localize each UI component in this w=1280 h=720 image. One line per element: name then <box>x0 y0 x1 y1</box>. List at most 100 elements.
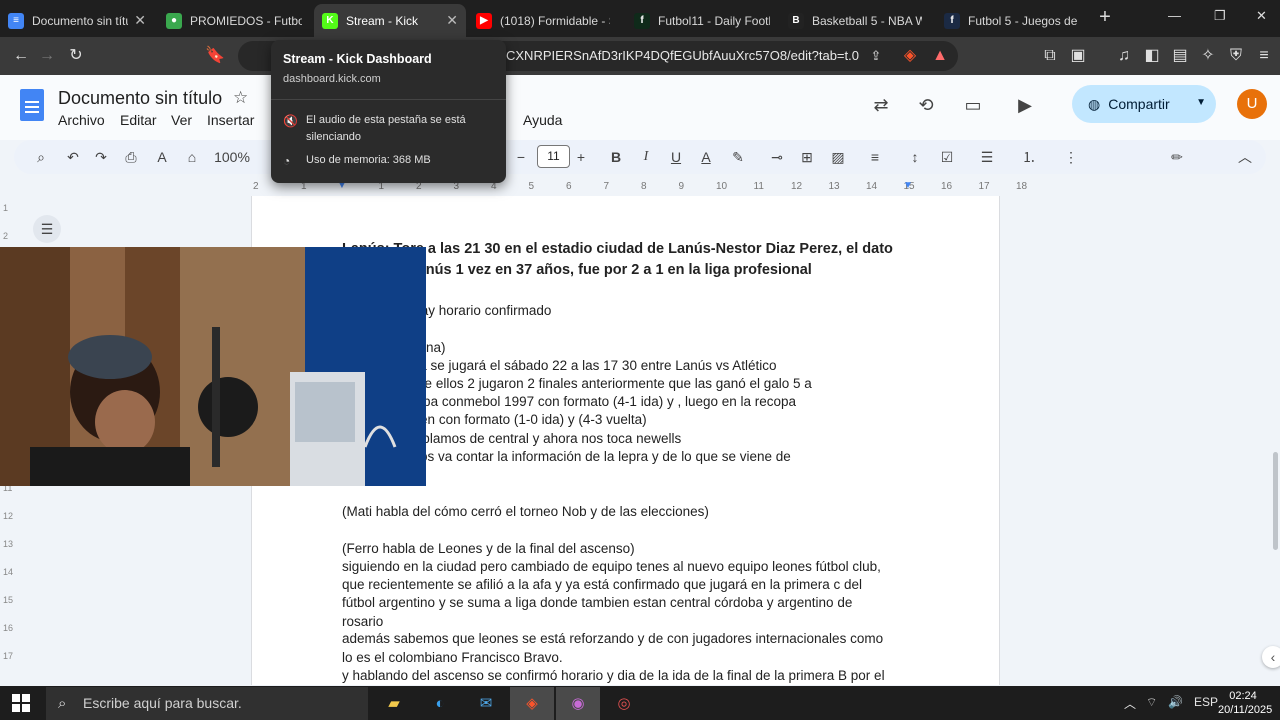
reader-mode-icon[interactable]: ▣ <box>1068 46 1088 66</box>
menu-icon[interactable]: ≡ <box>1254 46 1274 66</box>
doc-line[interactable]: la sudamericana) <box>342 340 912 355</box>
doc-line[interactable]: a la final, si hay horario confirmado <box>342 303 912 318</box>
windows-start-icon[interactable] <box>12 694 30 712</box>
tab-0[interactable]: ≡ Documento sin títu ✕ <box>0 4 154 37</box>
tab-4[interactable]: f Futbol11 - Daily Footl <box>626 4 778 37</box>
brave-rewards-icon[interactable]: ▲ <box>930 46 950 66</box>
vpn-icon[interactable]: ⛨ <box>1226 46 1246 66</box>
menu-editar[interactable]: Editar <box>120 112 157 128</box>
editing-mode-icon[interactable]: ✏ <box>1168 146 1186 168</box>
maximize-button[interactable]: ❐ <box>1214 8 1226 24</box>
doc-line[interactable]: sudamericana se jugará el sábado 22 a la… <box>342 358 912 373</box>
menu-ver[interactable]: Ver <box>171 112 192 128</box>
doc-line[interactable]: ciudad, ya hablamos de central y ahora n… <box>342 431 912 446</box>
close-window-button[interactable]: ✕ <box>1256 8 1267 24</box>
collapse-toolbar-icon[interactable]: ︿ <box>1236 146 1254 168</box>
scrollbar-thumb[interactable] <box>1273 452 1278 550</box>
decrease-font-icon[interactable]: − <box>514 146 528 168</box>
tray-chevron-icon[interactable]: ︿ <box>1124 695 1136 712</box>
bookmark-icon[interactable]: 🔖 <box>205 46 225 66</box>
doc-line[interactable]: tá mati que nos va contar la información… <box>342 449 912 464</box>
media-control-icon[interactable]: ♫ <box>1114 46 1134 66</box>
new-tab-button[interactable]: + <box>1094 6 1116 28</box>
doc-line[interactable]: cciones <box>342 468 912 483</box>
highlight-icon[interactable]: ✎ <box>730 146 746 168</box>
doc-line[interactable]: lo es el colombiano Francisco Bravo. <box>342 650 912 665</box>
numbered-list-icon[interactable]: ⒈ <box>1020 146 1038 168</box>
doc-line[interactable]: to es que entre ellos 2 jugaron 2 finale… <box>342 376 912 391</box>
text-color-icon[interactable]: A <box>698 146 714 168</box>
file-explorer-icon[interactable]: ▰ <box>372 687 416 720</box>
close-tab-icon[interactable]: ✕ <box>134 12 146 29</box>
underline-icon[interactable]: U <box>668 146 684 168</box>
increase-font-icon[interactable]: + <box>574 146 588 168</box>
line-spacing-icon[interactable]: ↕ <box>906 146 924 168</box>
tab-2[interactable]: K Stream - Kick ✕ <box>314 4 466 37</box>
minimize-button[interactable]: — <box>1168 8 1181 23</box>
menu-archivo[interactable]: Archivo <box>58 112 105 128</box>
menu-ayuda[interactable]: Ayuda <box>523 112 562 128</box>
share-page-icon[interactable]: ⇪ <box>866 46 886 66</box>
doc-line[interactable]: y hablando del ascenso se confirmó horar… <box>342 668 912 683</box>
forward-icon[interactable]: → <box>37 46 57 66</box>
doc-line[interactable]: que recientemente se afilió a la afa y y… <box>342 577 912 592</box>
doc-line[interactable]: fútbol argentino y se suma a liga donde … <box>342 595 912 610</box>
brave-shields-icon[interactable]: ◈ <box>900 46 920 66</box>
wallet-icon[interactable]: ▤ <box>1170 46 1190 66</box>
chevron-down-icon[interactable]: ▼ <box>1196 97 1206 108</box>
mail-icon[interactable]: ✉ <box>464 687 508 720</box>
undo-icon[interactable]: ↶ <box>64 146 82 168</box>
insert-image-icon[interactable]: ▨ <box>829 146 847 168</box>
doc-line[interactable]: siguiendo en la ciudad pero cambiado de … <box>342 559 912 574</box>
star-icon[interactable]: ☆ <box>233 88 248 108</box>
bulleted-list-icon[interactable]: ☰ <box>978 146 996 168</box>
redo-icon[interactable]: ↷ <box>92 146 110 168</box>
italic-icon[interactable]: I <box>638 146 654 168</box>
edge-icon[interactable]: ◐ <box>418 687 462 720</box>
outline-icon[interactable]: ☰ <box>33 215 61 243</box>
doc-line[interactable]: , una en la copa conmebol 1997 con forma… <box>342 394 912 409</box>
brave-taskbar-icon[interactable]: ◈ <box>510 687 554 720</box>
tab-6[interactable]: f Futbol 5 - Juegos de f <box>936 4 1086 37</box>
document-title[interactable]: Documento sin título <box>58 88 222 109</box>
doc-line[interactable]: le ganó a Lanús 1 vez en 37 años, fue po… <box>342 262 912 278</box>
taskbar-search-input[interactable]: ⌕ Escribe aquí para buscar. <box>46 687 368 720</box>
extensions-icon[interactable]: ⧉ <box>1040 46 1060 66</box>
share-button[interactable]: ◍ Compartir ▼ <box>1072 85 1216 123</box>
avatar[interactable]: U <box>1237 89 1267 119</box>
right-indent-marker[interactable]: ▼ <box>903 180 913 191</box>
obs-icon[interactable]: ◎ <box>602 687 646 720</box>
reload-icon[interactable]: ↻ <box>66 46 86 66</box>
leo-ai-icon[interactable]: ✧ <box>1198 46 1218 66</box>
docs-logo-icon[interactable] <box>20 89 44 121</box>
doc-line[interactable]: rosario <box>342 614 912 629</box>
history-icon[interactable]: ⟲ <box>913 92 939 118</box>
add-comment-icon[interactable]: ⊞ <box>798 146 816 168</box>
doc-line[interactable]: Lanús: Tore a las 21 30 en el estadio ci… <box>342 241 912 257</box>
zoom-select[interactable]: 100% <box>214 146 250 168</box>
sidebar-icon[interactable]: ◧ <box>1142 46 1162 66</box>
menu-insertar[interactable]: Insertar <box>207 112 254 128</box>
spellcheck-icon[interactable]: A <box>153 146 171 168</box>
doc-line[interactable]: (Ferro habla de Leones y de la final del… <box>342 541 912 556</box>
side-panel-toggle-icon[interactable]: ‹ <box>1262 646 1280 668</box>
comments-icon[interactable]: ▭ <box>960 92 986 118</box>
language-indicator[interactable]: ESP <box>1194 695 1218 709</box>
back-icon[interactable]: ← <box>11 46 31 66</box>
tab-3[interactable]: ▶ (1018) Formidable - S <box>468 4 618 37</box>
search-icon[interactable]: ⌕ <box>32 146 50 168</box>
meet-icon[interactable]: ⇄ <box>868 92 894 118</box>
doc-line[interactable]: a 2014 también con formato (1-0 ida) y (… <box>342 412 912 427</box>
network-icon[interactable]: ⌔ <box>1146 695 1157 710</box>
print-icon[interactable]: ⎙ <box>122 146 140 168</box>
checklist-icon[interactable]: ☑ <box>938 146 956 168</box>
doc-line[interactable]: 2 <box>342 283 912 299</box>
link-icon[interactable]: ⊸ <box>768 146 786 168</box>
taskbar-clock[interactable]: 02:24 20/11/2025 <box>1218 689 1272 717</box>
volume-icon[interactable]: 🔊 <box>1168 695 1183 709</box>
tab-1[interactable]: ● PROMIEDOS - Futbol <box>158 4 310 37</box>
bold-icon[interactable]: B <box>608 146 624 168</box>
paint-format-icon[interactable]: ⌂ <box>183 146 201 168</box>
tab-5[interactable]: B Basketball 5 - NBA W <box>780 4 930 37</box>
more-options-icon[interactable]: ⋮ <box>1064 146 1078 168</box>
